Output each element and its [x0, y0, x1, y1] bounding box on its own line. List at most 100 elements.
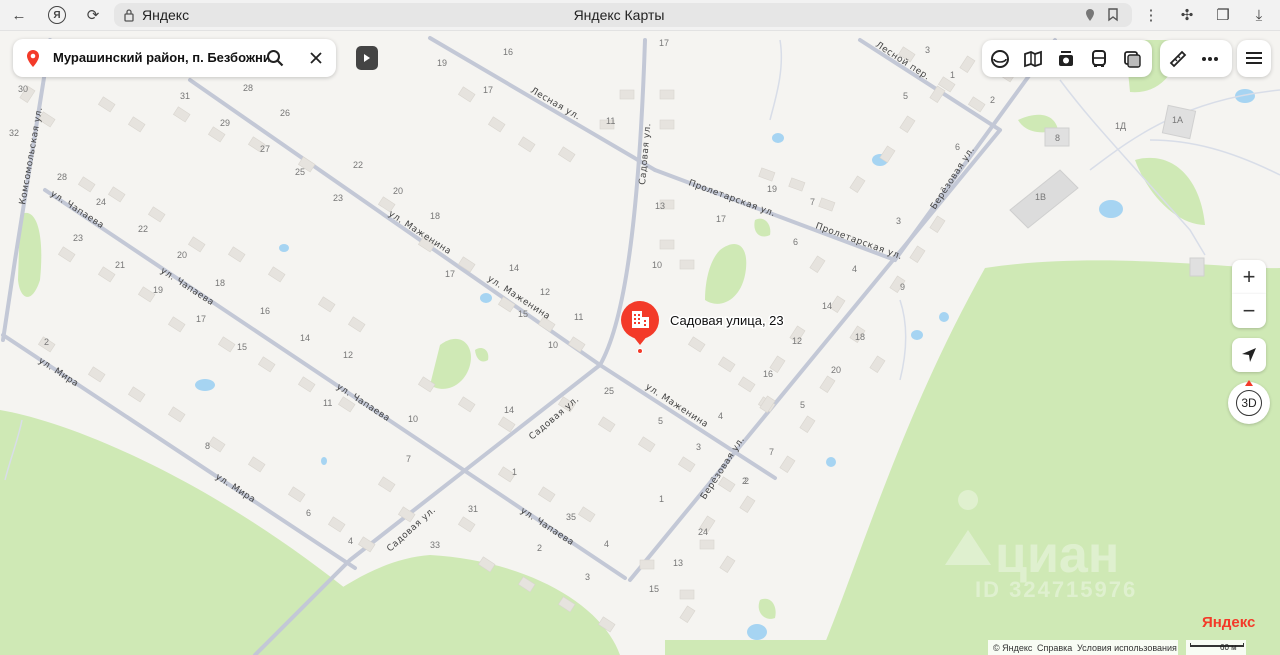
copyright[interactable]: © Яндекс: [993, 643, 1032, 653]
house-number: 3: [585, 572, 590, 582]
search-icon[interactable]: [266, 49, 284, 67]
extensions-icon[interactable]: ✣: [1176, 4, 1198, 26]
house-number: 31: [468, 504, 478, 514]
house-number: 7: [769, 447, 774, 457]
house-number: 13: [655, 201, 665, 211]
house-number: 35: [566, 512, 576, 522]
building: [487, 116, 506, 133]
watermark-id: ID 324715976: [975, 577, 1137, 602]
terms-link[interactable]: Условия использования: [1077, 643, 1177, 653]
panorama-icon[interactable]: [988, 47, 1012, 71]
play-arrow-icon: [364, 54, 370, 62]
house-number: 18: [855, 332, 865, 342]
navigation-arrow-icon: [1242, 348, 1256, 362]
traffic-icon[interactable]: [1120, 47, 1144, 71]
building: [267, 266, 286, 283]
house-number: 27: [260, 144, 270, 154]
building: [1189, 257, 1205, 277]
street-label: ул. Чапаева: [48, 189, 105, 231]
collections-icon[interactable]: ❐: [1212, 4, 1234, 26]
building: [717, 356, 736, 373]
download-icon[interactable]: ⤓: [1248, 4, 1270, 26]
building: [619, 89, 635, 100]
house-number: 28: [243, 83, 253, 93]
building: [849, 175, 866, 194]
building: [537, 486, 556, 503]
house-number: 14: [822, 301, 832, 311]
building: [167, 316, 186, 333]
street-label: ул. Чапаева: [158, 266, 215, 308]
map-canvas[interactable]: ул. Маженина ул. Маженина ул. Маженина С…: [0, 31, 1280, 655]
view-3d-button[interactable]: 3D: [1236, 390, 1262, 416]
close-icon[interactable]: [309, 51, 323, 65]
pond: [321, 457, 327, 465]
house-number: 19: [153, 285, 163, 295]
scale-label: 60 м: [1220, 643, 1237, 652]
marker-label: Садовая улица, 23: [670, 313, 784, 328]
zoom-out-button[interactable]: −: [1232, 294, 1266, 328]
house-number: 12: [540, 287, 550, 297]
main-menu-button[interactable]: [1237, 40, 1271, 77]
house-number: 6: [793, 237, 798, 247]
house-number: 16: [763, 369, 773, 379]
house-number: 33: [430, 540, 440, 550]
building: [719, 555, 736, 574]
compass-3d-control[interactable]: 3D: [1228, 380, 1270, 424]
building: [127, 386, 146, 403]
house-number: 8: [1055, 133, 1060, 143]
pond: [826, 457, 836, 467]
zoom-in-button[interactable]: +: [1232, 260, 1266, 294]
house-number: 7: [406, 454, 411, 464]
location-pin-icon[interactable]: [1084, 8, 1096, 22]
location-pin-icon: [27, 50, 39, 67]
street-label: ул. Мира: [36, 356, 80, 389]
pond: [772, 133, 784, 143]
house-number: 11: [574, 312, 583, 322]
park-area: [705, 244, 747, 304]
north-arrow-icon: [1245, 380, 1253, 386]
house-number: 12: [792, 336, 802, 346]
more-icon[interactable]: [1198, 47, 1222, 71]
map-layers-icon[interactable]: [1021, 47, 1045, 71]
house-number: 18: [430, 211, 440, 221]
building: [127, 116, 146, 133]
ruler-icon[interactable]: [1166, 47, 1190, 71]
photos-icon[interactable]: [1054, 47, 1078, 71]
building: [959, 55, 976, 74]
house-number: 25: [604, 386, 614, 396]
house-number: 25: [295, 167, 305, 177]
street-label: Берёзовая ул.: [929, 145, 977, 211]
tools-toolbar: [1160, 40, 1232, 77]
building: [758, 167, 776, 182]
building: [597, 416, 616, 433]
building: [107, 186, 126, 203]
house-number: 17: [659, 38, 669, 48]
park-area: [754, 218, 771, 237]
house-number: 4: [852, 264, 857, 274]
house-number: 17: [445, 269, 455, 279]
house-number: 1: [659, 494, 664, 504]
house-number: 22: [353, 160, 363, 170]
page-title: Яндекс Карты: [573, 7, 665, 23]
menu-dots-icon[interactable]: ⋮: [1140, 4, 1162, 26]
building: [147, 206, 166, 223]
search-input[interactable]: Мурашинский район, п. Безбожник, у: [53, 50, 269, 65]
park-area: [475, 348, 489, 362]
help-link[interactable]: Справка: [1037, 643, 1072, 653]
building: [377, 476, 396, 493]
search-box[interactable]: Мурашинский район, п. Безбожник, у: [13, 39, 336, 77]
transit-icon[interactable]: [1087, 47, 1111, 71]
building: [297, 376, 316, 393]
house-number: 1Д: [1115, 121, 1126, 131]
house-number: 9: [900, 282, 905, 292]
house-number: 2: [537, 543, 542, 553]
house-number: 2: [990, 95, 995, 105]
location-marker[interactable]: [621, 301, 659, 354]
house-number: 8: [205, 441, 210, 451]
building: [909, 245, 926, 264]
collapse-panel-button[interactable]: [356, 46, 378, 70]
bookmark-icon[interactable]: [1106, 7, 1120, 22]
street-label: ул. Мира: [213, 472, 257, 505]
geolocation-button[interactable]: [1232, 338, 1266, 372]
building: [818, 197, 836, 212]
